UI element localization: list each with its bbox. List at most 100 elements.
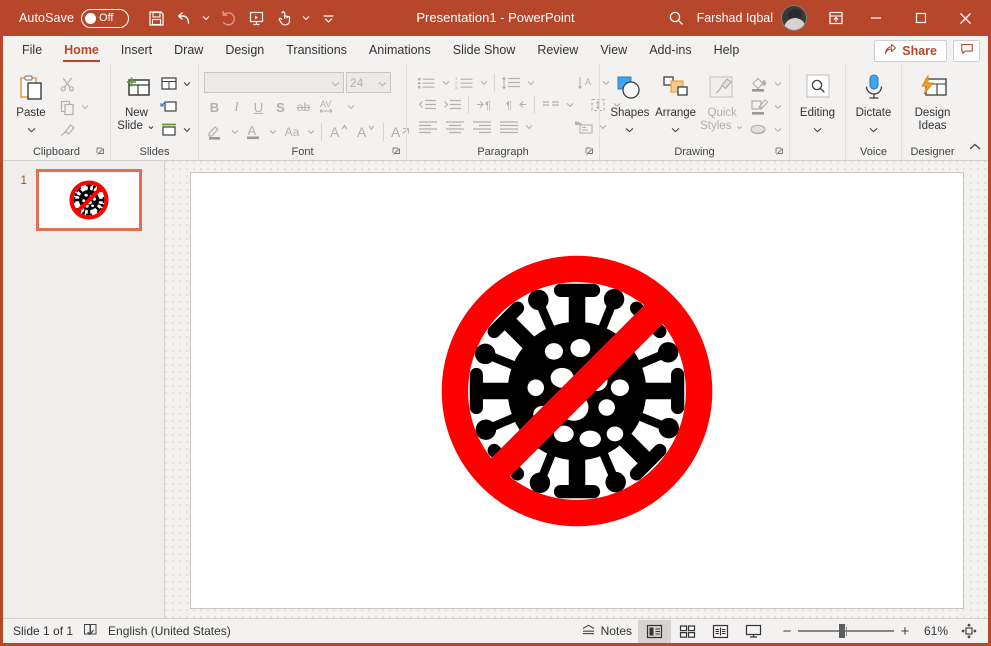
tab-slide-show[interactable]: Slide Show [442, 36, 527, 64]
zoom-slider[interactable] [798, 620, 894, 642]
editing-button[interactable]: Editing [795, 69, 840, 138]
ribbon-group-designer-label: Designer [902, 144, 963, 160]
new-slide-label-line2: Slide [117, 120, 143, 132]
shapes-button[interactable]: Shapes [608, 69, 652, 138]
drawing-dialog-launcher[interactable] [775, 147, 784, 159]
tab-add-ins[interactable]: Add-ins [638, 36, 702, 64]
touch-mode-dropdown-chevron-down-icon[interactable] [299, 5, 313, 31]
new-slide-chevron-down-icon[interactable]: ⌄ [146, 120, 156, 132]
svg-text:3: 3 [455, 85, 458, 90]
thumbnail-no-virus-icon [50, 176, 128, 224]
comment-icon [960, 42, 974, 61]
new-slide-button[interactable]: NewSlide ⌄ [116, 69, 157, 133]
font-color-chevron-down-icon [267, 121, 279, 143]
fit-slide-to-window-button[interactable] [956, 620, 982, 642]
undo-dropdown-chevron-down-icon[interactable] [199, 5, 213, 31]
search-icon[interactable] [657, 0, 697, 36]
slide-thumbnail-1[interactable] [36, 169, 142, 231]
slide-counter[interactable]: Slide 1 of 1 [13, 624, 73, 638]
minimize-button[interactable] [853, 0, 898, 36]
quick-styles-label-line1: Quick [708, 107, 737, 119]
font-size-chevron-down-icon[interactable] [378, 76, 387, 90]
clipboard-dialog-launcher[interactable] [96, 147, 105, 159]
bold-button: B [204, 96, 225, 118]
dictate-button[interactable]: Dictate [851, 69, 896, 138]
svg-text:A: A [330, 124, 340, 140]
maximize-restore-button[interactable] [898, 0, 943, 36]
layout-chevron-down-icon[interactable] [181, 73, 193, 95]
font-size-input[interactable]: 24 [346, 72, 391, 93]
arrange-chevron-down-icon[interactable] [671, 120, 680, 138]
shapes-chevron-down-icon[interactable] [625, 120, 634, 138]
notes-button[interactable]: Notes [575, 619, 638, 644]
tab-draw[interactable]: Draw [163, 36, 214, 64]
section-chevron-down-icon[interactable] [181, 119, 193, 141]
language-indicator[interactable]: English (United States) [108, 624, 231, 638]
title-bar-right: Farshad Iqbal [657, 0, 988, 36]
tab-design[interactable]: Design [214, 36, 275, 64]
editing-chevron-down-icon[interactable] [813, 120, 822, 138]
comments-button[interactable] [953, 40, 980, 62]
collapse-ribbon-button[interactable] [968, 140, 982, 158]
autosave-toggle[interactable]: Off [81, 9, 129, 28]
quick-styles-chevron-down-icon: ⌄ [735, 120, 745, 132]
font-name-chevron-down-icon[interactable] [331, 76, 340, 90]
view-slide-show-button[interactable] [737, 620, 770, 643]
font-name-input[interactable] [204, 72, 344, 93]
close-button[interactable] [943, 0, 988, 36]
paragraph-label-text: Paragraph [477, 146, 528, 158]
zoom-slider-midpoint [846, 627, 847, 636]
paste-button-label: Paste [16, 107, 45, 120]
paragraph-dialog-launcher[interactable] [585, 147, 594, 159]
account-name[interactable]: Farshad Iqbal [697, 11, 773, 25]
tab-view[interactable]: View [589, 36, 638, 64]
tab-animations[interactable]: Animations [358, 36, 442, 64]
zoom-in-button[interactable]: + [894, 620, 916, 642]
font-dialog-launcher[interactable] [392, 147, 401, 159]
zoom-out-button[interactable]: − [776, 620, 798, 642]
svg-text:A: A [248, 123, 257, 138]
touch-mouse-mode-icon[interactable] [271, 5, 297, 31]
avatar[interactable] [781, 5, 807, 31]
reset-button[interactable] [158, 96, 180, 118]
tab-file[interactable]: File [11, 36, 53, 64]
justify-button [496, 116, 522, 138]
tab-help-label: Help [714, 43, 740, 57]
paste-chevron-down-icon[interactable] [27, 120, 36, 138]
layout-button[interactable] [158, 73, 180, 95]
ribbon: Paste [3, 64, 988, 161]
tab-insert[interactable]: Insert [110, 36, 163, 64]
paste-button[interactable]: Paste [8, 69, 54, 138]
view-reading-view-button[interactable] [704, 620, 737, 643]
change-case-chevron-down-icon [305, 121, 317, 143]
save-icon[interactable] [143, 5, 169, 31]
design-ideas-button[interactable]: DesignIdeas [907, 69, 958, 133]
undo-icon[interactable] [171, 5, 197, 31]
zoom-slider-handle[interactable] [839, 624, 845, 638]
tab-help[interactable]: Help [703, 36, 751, 64]
zoom-percentage[interactable]: 61% [916, 624, 956, 638]
text-shadow-button: S [270, 96, 291, 118]
tab-home[interactable]: Home [53, 36, 110, 64]
view-normal-button[interactable] [638, 620, 671, 643]
slide-canvas[interactable] [190, 172, 964, 609]
slide-thumbnail-pane[interactable]: 1 [3, 161, 165, 618]
autosave-control[interactable]: AutoSave Off [19, 9, 129, 28]
share-button[interactable]: Share [874, 40, 947, 62]
dictate-chevron-down-icon[interactable] [869, 120, 878, 138]
start-from-beginning-icon[interactable] [243, 5, 269, 31]
tab-review[interactable]: Review [526, 36, 589, 64]
ribbon-group-paragraph-label: Paragraph [407, 144, 599, 160]
section-button[interactable] [158, 119, 180, 141]
no-coronavirus-image[interactable] [412, 226, 742, 556]
view-slide-sorter-button[interactable] [671, 620, 704, 643]
tab-transitions[interactable]: Transitions [275, 36, 358, 64]
thumbnail-pane-scrollbar[interactable] [161, 161, 164, 618]
ribbon-group-slides: NewSlide ⌄ [110, 64, 198, 160]
line-spacing-button [499, 72, 524, 94]
arrange-button[interactable]: Arrange [654, 69, 698, 138]
customize-quick-access-toolbar-icon[interactable] [315, 5, 341, 31]
autosave-toggle-knob [85, 13, 96, 24]
ribbon-display-options-icon[interactable] [819, 0, 853, 36]
spell-check-icon[interactable] [83, 622, 98, 640]
